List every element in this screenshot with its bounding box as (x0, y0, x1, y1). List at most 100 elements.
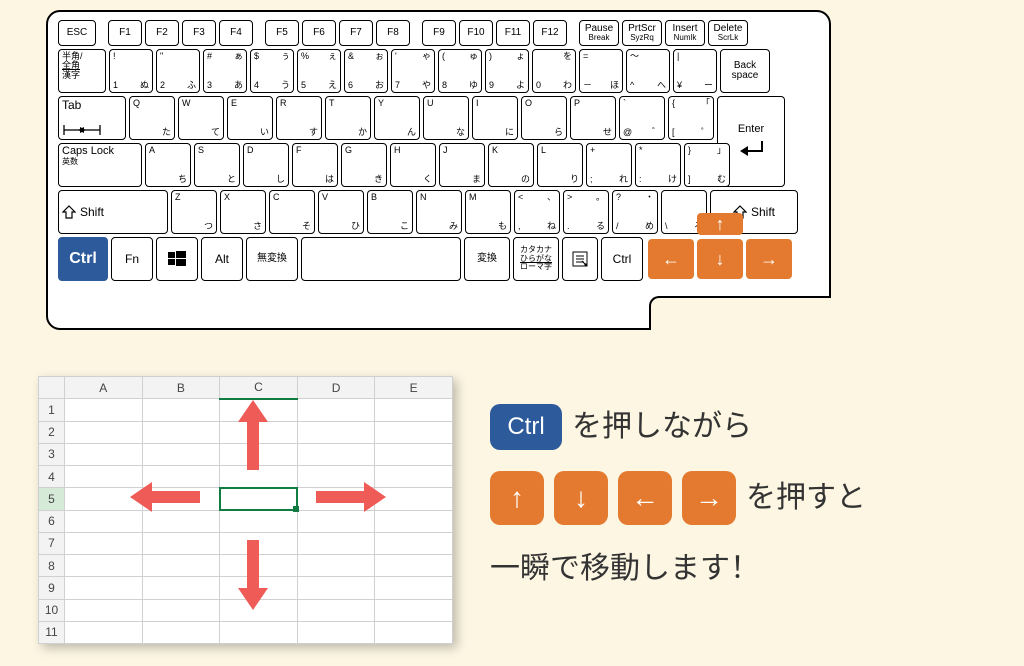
key-p: Pせ (570, 96, 616, 140)
key-alt: Alt (201, 237, 243, 281)
key-f3: F3 (182, 20, 216, 46)
key-f9: F9 (422, 20, 456, 46)
key-arrow-down: ↓ (697, 239, 743, 279)
key-colon: *:け (635, 143, 681, 187)
key-f6: F6 (302, 20, 336, 46)
keyboard-diagram: ESC F1 F2 F3 F4 F5 F6 F7 F8 F9 F10 F11 F… (46, 10, 831, 330)
arrow-down-badge: ↓ (554, 471, 608, 525)
key-f7: F7 (339, 20, 373, 46)
key-fn: Fn (111, 237, 153, 281)
windows-icon (167, 249, 187, 269)
instruction-line3: 一瞬で移動します！ (490, 540, 760, 597)
key-1: !1ぬ (109, 49, 153, 93)
key-l: Lり (537, 143, 583, 187)
key-windows (156, 237, 198, 281)
key-7: 'ゃ7や (391, 49, 435, 93)
key-semicolon: +;れ (586, 143, 632, 187)
key-space (301, 237, 461, 281)
key-menu (562, 237, 598, 281)
row-header: 3 (39, 443, 65, 465)
row-header: 4 (39, 466, 65, 488)
key-f2: F2 (145, 20, 179, 46)
key-slash: ?・/め (612, 190, 658, 234)
key-f8: F8 (376, 20, 410, 46)
row-header-selected: 5 (39, 488, 65, 510)
key-yen: |¥ー (673, 49, 717, 93)
key-muhenkan: 無変換 (246, 237, 298, 281)
key-ctrl-left: Ctrl (58, 237, 108, 281)
col-header: D (297, 377, 375, 399)
key-o: Oら (521, 96, 567, 140)
key-b: Bこ (367, 190, 413, 234)
key-f1: F1 (108, 20, 142, 46)
key-9: )ょ9よ (485, 49, 529, 93)
menu-icon (571, 250, 589, 268)
key-m: Mも (465, 190, 511, 234)
row-header: 2 (39, 421, 65, 443)
key-pause: PauseBreak (579, 20, 619, 46)
tab-arrows-icon (62, 123, 102, 137)
key-6: &ぉ6お (344, 49, 388, 93)
key-8: (ゅ8ゆ (438, 49, 482, 93)
key-t: Tか (325, 96, 371, 140)
col-header: A (65, 377, 143, 399)
arrow-up-badge: ↑ (490, 471, 544, 525)
key-e: Eい (227, 96, 273, 140)
key-h: Hく (390, 143, 436, 187)
key-v: Vひ (318, 190, 364, 234)
key-k: Kの (488, 143, 534, 187)
key-w: Wて (178, 96, 224, 140)
key-r: Rす (276, 96, 322, 140)
key-n: Nみ (416, 190, 462, 234)
key-arrow-left: ← (648, 239, 694, 279)
shift-up-icon (62, 205, 76, 219)
key-at: `@゛ (619, 96, 665, 140)
key-a: Aち (145, 143, 191, 187)
key-f5: F5 (265, 20, 299, 46)
key-g: Gき (341, 143, 387, 187)
ctrl-badge: Ctrl (490, 404, 562, 450)
key-henkan: 変換 (464, 237, 510, 281)
keyboard-home-row: Caps Lock 英数 Aち Sと Dし Fは Gき Hく Jま Kの Lり … (58, 143, 819, 187)
key-hankaku: 半角/ 全角 漢字 (58, 49, 106, 93)
col-header-selected: C (220, 377, 298, 399)
key-5: %ぇ5え (297, 49, 341, 93)
key-z: Zつ (171, 190, 217, 234)
key-u: Uな (423, 96, 469, 140)
key-f4: F4 (219, 20, 253, 46)
key-prtscr: PrtScrSyzRq (622, 20, 662, 46)
key-period: >。.る (563, 190, 609, 234)
key-2: "2ふ (156, 49, 200, 93)
key-caret: ～^へ (626, 49, 670, 93)
key-tab: Tab (58, 96, 126, 140)
key-esc: ESC (58, 20, 96, 46)
key-arrow-right: → (746, 239, 792, 279)
row-header: 9 (39, 577, 65, 599)
arrow-right-badge: → (682, 471, 736, 525)
key-q: Qた (129, 96, 175, 140)
key-f: Fは (292, 143, 338, 187)
corner-cell (39, 377, 65, 399)
key-delete: DeleteScrLk (708, 20, 748, 46)
instruction-text: Ctrl を押しながら ↑ ↓ ← → を押すと 一瞬で移動します！ (490, 398, 1010, 597)
key-bracket-open: {「[゜ (668, 96, 714, 140)
row-header: 6 (39, 510, 65, 532)
key-arrow-up: ↑ (697, 213, 743, 235)
spreadsheet-preview: A B C D E 1 2 3 4 5 6 7 8 9 10 11 (38, 376, 453, 644)
col-header: B (142, 377, 220, 399)
key-f10: F10 (459, 20, 493, 46)
key-0: を0わ (532, 49, 576, 93)
keyboard-function-row: ESC F1 F2 F3 F4 F5 F6 F7 F8 F9 F10 F11 F… (58, 20, 819, 46)
key-shift-left: Shift (58, 190, 168, 234)
arrow-left-badge: ← (618, 471, 672, 525)
key-comma: <、,ね (514, 190, 560, 234)
key-d: Dし (243, 143, 289, 187)
key-x: Xさ (220, 190, 266, 234)
key-i: Iに (472, 96, 518, 140)
key-minus: =－ほ (579, 49, 623, 93)
key-j: Jま (439, 143, 485, 187)
key-insert: InsertNumlk (665, 20, 705, 46)
key-backspace: Back space (720, 49, 770, 93)
key-f12: F12 (533, 20, 567, 46)
row-header: 7 (39, 532, 65, 554)
